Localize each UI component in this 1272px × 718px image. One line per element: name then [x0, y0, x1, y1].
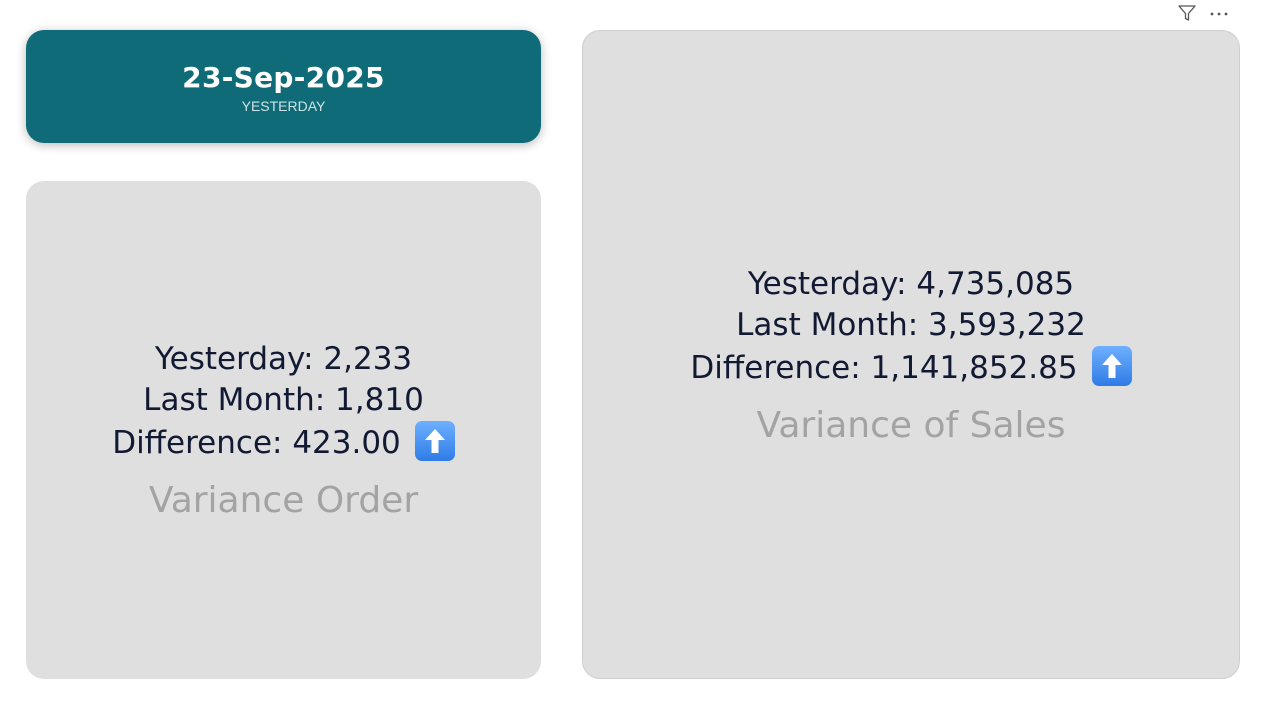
variance-order-card[interactable]: Yesterday: 2,233 Last Month: 1,810 Diffe…: [26, 181, 541, 679]
orders-difference-row: Difference: 423.00: [112, 421, 455, 464]
variance-order-values: Yesterday: 2,233 Last Month: 1,810 Diffe…: [112, 339, 455, 464]
variance-sales-label: Variance of Sales: [756, 404, 1066, 446]
filter-icon[interactable]: [1176, 2, 1198, 28]
sales-difference-row: Difference: 1,141,852.85: [690, 345, 1132, 389]
more-options-icon[interactable]: [1208, 2, 1230, 28]
date-card: 23-Sep-2025 YESTERDAY: [26, 30, 541, 143]
date-caption: YESTERDAY: [241, 98, 326, 114]
arrow-up-icon: [1091, 345, 1132, 386]
visual-header: [1176, 2, 1230, 28]
sales-yesterday-line: Yesterday: 4,735,085: [747, 265, 1075, 302]
variance-sales-card[interactable]: Yesterday: 4,735,085 Last Month: 3,593,2…: [582, 30, 1240, 679]
variance-sales-values: Yesterday: 4,735,085 Last Month: 3,593,2…: [690, 264, 1132, 389]
report-canvas: 23-Sep-2025 YESTERDAY Yesterday: 2,233 L…: [0, 0, 1272, 718]
orders-last-month-line: Last Month: 1,810: [143, 382, 424, 418]
arrow-up-icon: [414, 421, 455, 461]
orders-difference-line: Difference: 423.00: [112, 425, 401, 461]
sales-last-month-line: Last Month: 3,593,232: [736, 306, 1086, 343]
variance-order-label: Variance Order: [148, 480, 419, 521]
date-value: 23-Sep-2025: [182, 61, 385, 94]
orders-yesterday-line: Yesterday: 2,233: [154, 341, 413, 377]
sales-difference-line: Difference: 1,141,852.85: [690, 349, 1078, 386]
